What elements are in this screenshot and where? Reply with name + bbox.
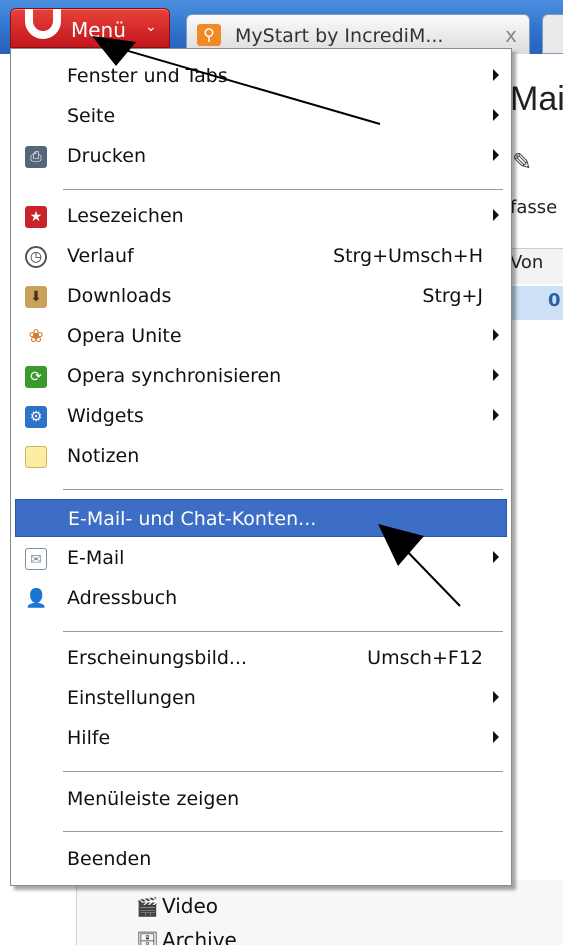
unite-icon: ❀ (28, 326, 44, 347)
menu-item-hilfe[interactable]: Hilfe (15, 719, 507, 757)
menu-item-beenden[interactable]: Beenden (15, 840, 507, 878)
shortcut-text: Umsch+F12 (367, 647, 483, 669)
tab-bar: Menü ⌄ ⚲ MyStart by IncrediM... x (0, 0, 563, 54)
menu-separator (63, 631, 503, 632)
submenu-arrow-icon (493, 329, 499, 341)
video-icon: 🎬 (136, 897, 159, 918)
chevron-down-icon: ⌄ (145, 19, 157, 35)
menu-separator (63, 489, 503, 490)
menu-item-notizen[interactable]: Notizen (15, 437, 507, 475)
bookmark-icon: ★ (25, 206, 47, 228)
menu-item-einstellungen[interactable]: Einstellungen (15, 679, 507, 717)
menu-item-opera-unite[interactable]: ❀ Opera Unite (15, 317, 507, 355)
notes-icon (25, 446, 47, 468)
opera-menu-label: Menü (71, 18, 126, 42)
message-count: 0 (548, 290, 561, 311)
sidebar-item-video[interactable]: 🎬 Video (136, 894, 218, 918)
submenu-arrow-icon (493, 409, 499, 421)
menu-item-fenster-und-tabs[interactable]: Fenster und Tabs (15, 57, 507, 95)
addressbook-icon: 👤 (25, 588, 48, 609)
download-icon: ⬇ (25, 286, 47, 308)
tab-title: MyStart by IncrediM... (235, 25, 444, 47)
menu-item-erscheinungsbild[interactable]: Erscheinungsbild... Umsch+F12 (15, 639, 507, 677)
menu-item-seite[interactable]: Seite (15, 97, 507, 135)
submenu-arrow-icon (493, 369, 499, 381)
printer-icon: ⎙ (25, 146, 47, 168)
shortcut-text: Strg+J (422, 285, 483, 307)
pencil-icon[interactable]: ✎ (512, 148, 532, 176)
submenu-arrow-icon (493, 209, 499, 221)
archive-icon: 🗄 (136, 931, 159, 945)
menu-separator (63, 189, 503, 190)
compose-label[interactable]: fasse (510, 197, 557, 218)
submenu-arrow-icon (493, 551, 499, 563)
menu-separator (63, 771, 503, 772)
mystart-favicon-icon: ⚲ (197, 24, 221, 46)
column-header-from[interactable]: Von (510, 252, 543, 273)
opera-main-menu: Fenster und Tabs Seite ⎙ Drucken ★ Lesez… (10, 48, 512, 886)
menu-separator (63, 831, 503, 832)
tab-next-partial[interactable] (542, 14, 563, 54)
submenu-arrow-icon (493, 691, 499, 703)
menu-item-widgets[interactable]: ⚙ Widgets (15, 397, 507, 435)
submenu-arrow-icon (493, 149, 499, 161)
submenu-arrow-icon (493, 731, 499, 743)
menu-item-email[interactable]: ✉ E-Mail (15, 539, 507, 577)
menu-item-downloads[interactable]: ⬇ Downloads Strg+J (15, 277, 507, 315)
submenu-arrow-icon (493, 109, 499, 121)
menu-item-lesezeichen[interactable]: ★ Lesezeichen (15, 197, 507, 235)
menu-item-adressbuch[interactable]: 👤 Adressbuch (15, 579, 507, 617)
page-heading: Mai (510, 80, 563, 118)
tab-close-icon[interactable]: x (505, 23, 517, 47)
widget-icon: ⚙ (25, 406, 47, 428)
menu-item-menueleiste-zeigen[interactable]: Menüleiste zeigen (15, 780, 507, 818)
menu-item-drucken[interactable]: ⎙ Drucken (15, 137, 507, 175)
opera-menu-button[interactable]: Menü ⌄ (10, 8, 170, 48)
sidebar-item-archive[interactable]: 🗄 Archive (136, 928, 237, 945)
menu-item-email-chat-konten[interactable]: E-Mail- und Chat-Konten... (15, 499, 507, 537)
shortcut-text: Strg+Umsch+H (333, 245, 483, 267)
opera-logo-icon (25, 9, 61, 39)
mail-icon: ✉ (25, 548, 47, 570)
menu-item-verlauf[interactable]: ◷ Verlauf Strg+Umsch+H (15, 237, 507, 275)
submenu-arrow-icon (493, 69, 499, 81)
menu-item-opera-synchronisieren[interactable]: ⟳ Opera synchronisieren (15, 357, 507, 395)
sync-icon: ⟳ (25, 366, 47, 388)
history-icon: ◷ (25, 246, 47, 268)
